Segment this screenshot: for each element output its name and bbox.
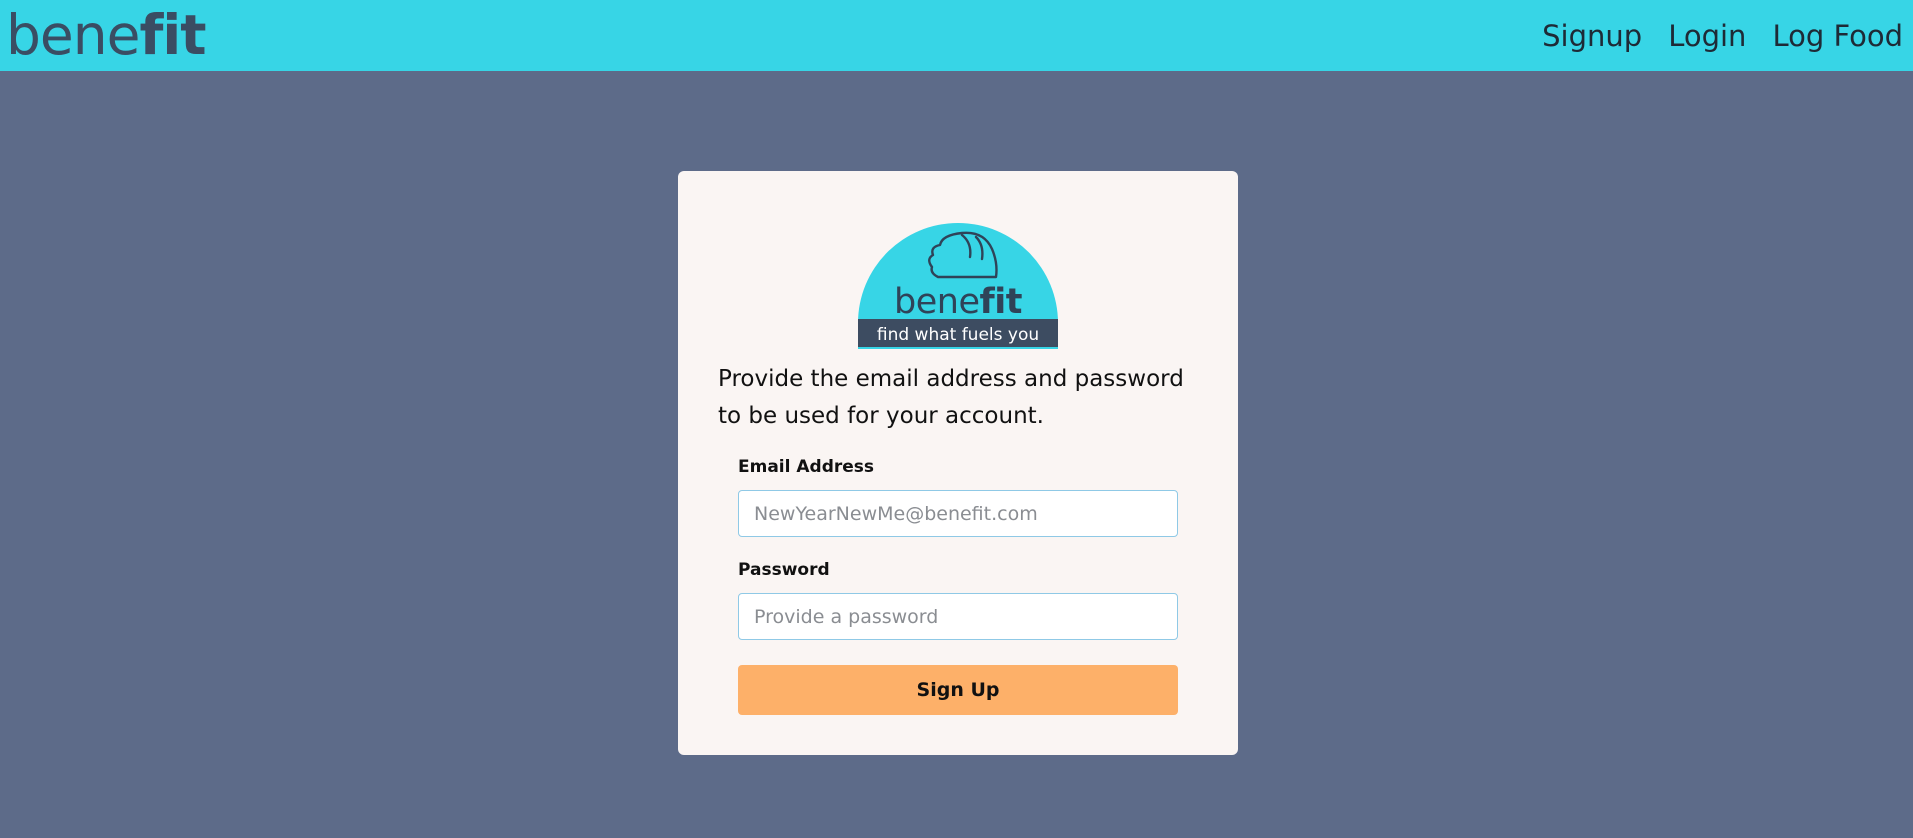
benefit-logo: benefit find what fuels you xyxy=(858,223,1058,349)
sign-up-button[interactable]: Sign Up xyxy=(738,665,1178,715)
brand-logo-link[interactable]: benefit xyxy=(6,2,207,68)
password-input[interactable] xyxy=(738,593,1178,640)
nav-link-login[interactable]: Login xyxy=(1668,19,1746,53)
logo-name-light: bene xyxy=(894,282,979,322)
nav-link-log-food[interactable]: Log Food xyxy=(1772,19,1903,53)
password-label: Password xyxy=(738,560,830,580)
brand-name-bold: fit xyxy=(139,3,206,67)
logo-tagline: find what fuels you xyxy=(877,325,1039,345)
form-intro-text: Provide the email address and password t… xyxy=(718,366,1184,429)
signup-card: benefit find what fuels you Provide the … xyxy=(678,171,1238,755)
logo-name-bold: fit xyxy=(980,282,1022,322)
nav-link-signup[interactable]: Signup xyxy=(1542,19,1642,53)
svg-text:benefit: benefit xyxy=(894,282,1022,322)
email-input[interactable] xyxy=(738,490,1178,537)
top-navbar: benefit Signup Login Log Food xyxy=(0,0,1913,71)
nav-links: Signup Login Log Food xyxy=(1542,0,1903,71)
email-label: Email Address xyxy=(738,457,875,477)
brand-name-light: bene xyxy=(6,3,140,67)
